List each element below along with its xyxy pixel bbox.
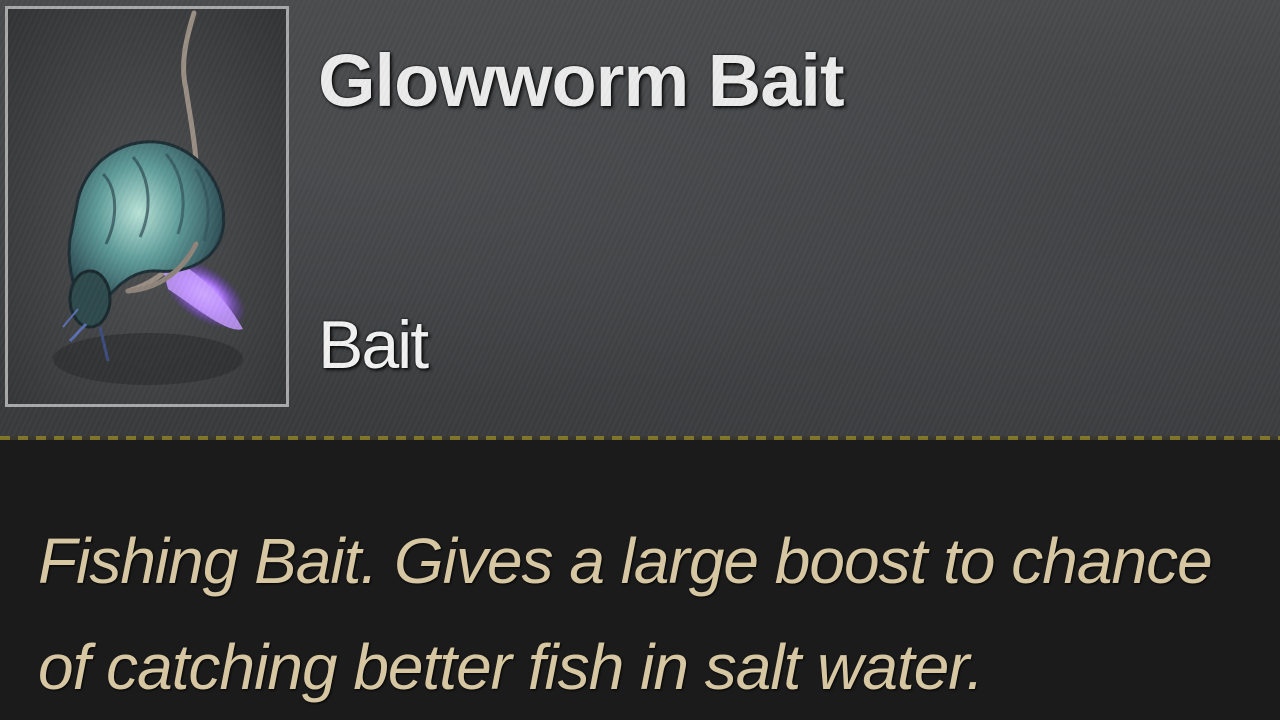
item-name: Glowworm Bait — [318, 39, 845, 122]
glowworm-bait-icon — [53, 10, 247, 385]
tooltip-header: Glowworm Bait Bait — [0, 0, 1280, 438]
item-type: Bait — [318, 307, 429, 383]
description-line: Fishing Bait. Gives a large boost to cha… — [38, 525, 1213, 597]
description-line: of catching better fish in salt water. — [38, 631, 984, 703]
item-description: Fishing Bait. Gives a large boost to cha… — [38, 508, 1258, 720]
description-panel: Fishing Bait. Gives a large boost to cha… — [0, 440, 1280, 720]
item-icon-frame — [5, 6, 289, 407]
item-tooltip: Glowworm Bait Bait Fishing Bait. Gives a… — [0, 0, 1280, 720]
